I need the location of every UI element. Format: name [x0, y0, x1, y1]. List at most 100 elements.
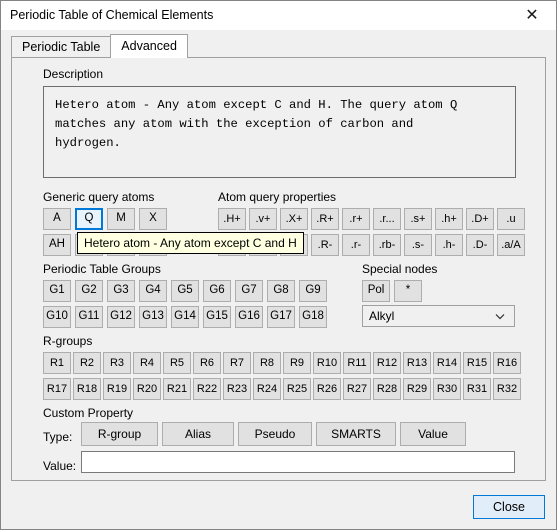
dialog-window: Periodic Table of Chemical Elements ✕ Pe…	[0, 0, 557, 530]
tab-strip: Periodic Table Advanced	[11, 34, 188, 58]
special-nodes-label: Special nodes	[362, 262, 438, 276]
tab-periodic-table[interactable]: Periodic Table	[11, 36, 112, 58]
rgroup-r24[interactable]: R24	[253, 378, 281, 400]
rgroup-r6[interactable]: R6	[193, 352, 221, 374]
rgroup-r28[interactable]: R28	[373, 378, 401, 400]
rgroup-r4[interactable]: R4	[133, 352, 161, 374]
custom-property-value-button[interactable]: Value	[400, 422, 466, 446]
rgroup-r30[interactable]: R30	[433, 378, 461, 400]
r-groups-label: R-groups	[43, 334, 93, 348]
atom-prop-r[interactable]: .r...	[373, 208, 401, 230]
rgroup-r2[interactable]: R2	[73, 352, 101, 374]
rgroup-r17[interactable]: R17	[43, 378, 71, 400]
ptg-g5[interactable]: G5	[171, 280, 199, 302]
chevron-down-icon	[494, 310, 506, 322]
rgroup-r21[interactable]: R21	[163, 378, 191, 400]
rgroup-r16[interactable]: R16	[493, 352, 521, 374]
ptg-g2[interactable]: G2	[75, 280, 103, 302]
atom-prop-d[interactable]: .D-	[466, 234, 494, 256]
atom-prop-r[interactable]: .R+	[311, 208, 339, 230]
atom-prop-r[interactable]: .r-	[342, 234, 370, 256]
ptg-g13[interactable]: G13	[139, 306, 167, 328]
ptg-g16[interactable]: G16	[235, 306, 263, 328]
atom-prop-aa[interactable]: .a/A	[497, 234, 525, 256]
ptg-g17[interactable]: G17	[267, 306, 295, 328]
special-node-[interactable]: *	[394, 280, 422, 302]
atom-prop-x[interactable]: .X+	[280, 208, 308, 230]
atom-prop-r[interactable]: .r+	[342, 208, 370, 230]
ptg-g7[interactable]: G7	[235, 280, 263, 302]
ptg-g18[interactable]: G18	[299, 306, 327, 328]
atom-prop-rb[interactable]: .rb-	[373, 234, 401, 256]
special-nodes-dropdown[interactable]: Alkyl	[362, 305, 515, 327]
rgroup-r11[interactable]: R11	[343, 352, 371, 374]
ptg-g1[interactable]: G1	[43, 280, 71, 302]
generic-atom-q[interactable]: Q	[75, 208, 103, 230]
window-close-icon[interactable]: ✕	[515, 1, 549, 29]
rgroup-r18[interactable]: R18	[73, 378, 101, 400]
special-nodes-dropdown-value: Alkyl	[369, 309, 395, 323]
window-title: Periodic Table of Chemical Elements	[10, 8, 214, 22]
generic-query-atoms-label: Generic query atoms	[43, 190, 155, 204]
custom-property-r-group-button[interactable]: R-group	[81, 422, 158, 446]
ptg-g6[interactable]: G6	[203, 280, 231, 302]
tab-advanced[interactable]: Advanced	[110, 34, 188, 58]
periodic-table-groups-label: Periodic Table Groups	[43, 262, 161, 276]
rgroup-r27[interactable]: R27	[343, 378, 371, 400]
atom-query-properties-label: Atom query properties	[218, 190, 337, 204]
atom-prop-h[interactable]: .H+	[218, 208, 246, 230]
generic-atom-m[interactable]: M	[107, 208, 135, 230]
rgroup-r23[interactable]: R23	[223, 378, 251, 400]
rgroup-r14[interactable]: R14	[433, 352, 461, 374]
rgroup-r20[interactable]: R20	[133, 378, 161, 400]
title-bar: Periodic Table of Chemical Elements ✕	[1, 1, 556, 30]
rgroup-r10[interactable]: R10	[313, 352, 341, 374]
atom-prop-h[interactable]: .h-	[435, 234, 463, 256]
special-node-pol[interactable]: Pol	[362, 280, 390, 302]
custom-property-pseudo-button[interactable]: Pseudo	[238, 422, 312, 446]
description-group-label: Description	[43, 67, 104, 81]
atom-prop-h[interactable]: .h+	[435, 208, 463, 230]
rgroup-r29[interactable]: R29	[403, 378, 431, 400]
rgroup-r31[interactable]: R31	[463, 378, 491, 400]
generic-atom-x[interactable]: X	[139, 208, 167, 230]
rgroup-r19[interactable]: R19	[103, 378, 131, 400]
ptg-g11[interactable]: G11	[75, 306, 103, 328]
rgroup-r7[interactable]: R7	[223, 352, 251, 374]
ptg-g15[interactable]: G15	[203, 306, 231, 328]
rgroup-r1[interactable]: R1	[43, 352, 71, 374]
custom-property-smarts-button[interactable]: SMARTS	[316, 422, 396, 446]
description-text: Hetero atom - Any atom except C and H. T…	[43, 86, 516, 178]
rgroup-r15[interactable]: R15	[463, 352, 491, 374]
tooltip: Hetero atom - Any atom except C and H	[77, 232, 304, 254]
ptg-g10[interactable]: G10	[43, 306, 71, 328]
generic-atom-a[interactable]: A	[43, 208, 71, 230]
atom-prop-d[interactable]: .D+	[466, 208, 494, 230]
custom-property-alias-button[interactable]: Alias	[162, 422, 234, 446]
atom-prop-r[interactable]: .R-	[311, 234, 339, 256]
rgroup-r13[interactable]: R13	[403, 352, 431, 374]
ptg-g4[interactable]: G4	[139, 280, 167, 302]
rgroup-r8[interactable]: R8	[253, 352, 281, 374]
custom-property-value-label: Value:	[43, 459, 77, 473]
rgroup-r5[interactable]: R5	[163, 352, 191, 374]
rgroup-r22[interactable]: R22	[193, 378, 221, 400]
atom-prop-s[interactable]: .s-	[404, 234, 432, 256]
close-button[interactable]: Close	[473, 495, 545, 519]
ptg-g8[interactable]: G8	[267, 280, 295, 302]
ptg-g9[interactable]: G9	[299, 280, 327, 302]
rgroup-r3[interactable]: R3	[103, 352, 131, 374]
generic-atom-h-ah[interactable]: AH	[43, 234, 71, 256]
atom-prop-u[interactable]: .u	[497, 208, 525, 230]
ptg-g12[interactable]: G12	[107, 306, 135, 328]
ptg-g3[interactable]: G3	[107, 280, 135, 302]
rgroup-r9[interactable]: R9	[283, 352, 311, 374]
atom-prop-v[interactable]: .v+	[249, 208, 277, 230]
ptg-g14[interactable]: G14	[171, 306, 199, 328]
rgroup-r32[interactable]: R32	[493, 378, 521, 400]
custom-property-value-input[interactable]	[81, 451, 515, 473]
atom-prop-s[interactable]: .s+	[404, 208, 432, 230]
rgroup-r12[interactable]: R12	[373, 352, 401, 374]
rgroup-r26[interactable]: R26	[313, 378, 341, 400]
rgroup-r25[interactable]: R25	[283, 378, 311, 400]
